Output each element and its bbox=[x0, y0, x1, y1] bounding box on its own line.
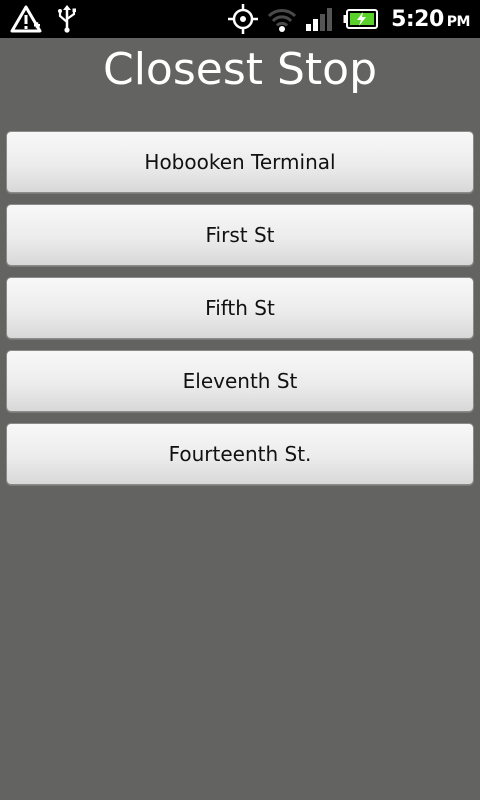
clock-time: 5:20 bbox=[391, 6, 444, 32]
gps-icon bbox=[227, 3, 259, 35]
system-icons: 5:20 PM bbox=[227, 0, 471, 38]
battery-charging-icon bbox=[343, 8, 379, 30]
stop-button-fourteenth-st[interactable]: Fourteenth St. bbox=[6, 423, 474, 485]
stop-list: Hobooken Terminal First St Fifth St Elev… bbox=[6, 131, 474, 496]
stop-button-first-st[interactable]: First St bbox=[6, 204, 474, 266]
signal-icon bbox=[305, 6, 335, 32]
stop-button-eleventh-st[interactable]: Eleventh St bbox=[6, 350, 474, 412]
stop-button-fifth-st[interactable]: Fifth St bbox=[6, 277, 474, 339]
clock-ampm: PM bbox=[446, 13, 471, 30]
status-clock: 5:20 PM bbox=[391, 7, 470, 32]
stop-button-hoboken-terminal[interactable]: Hobooken Terminal bbox=[6, 131, 474, 193]
status-bar: 5:20 PM bbox=[0, 0, 480, 38]
usb-icon bbox=[56, 4, 78, 34]
alert-icon bbox=[10, 4, 42, 34]
wifi-icon bbox=[267, 5, 297, 33]
notification-icons bbox=[10, 4, 78, 34]
page-title: Closest Stop bbox=[102, 44, 378, 95]
